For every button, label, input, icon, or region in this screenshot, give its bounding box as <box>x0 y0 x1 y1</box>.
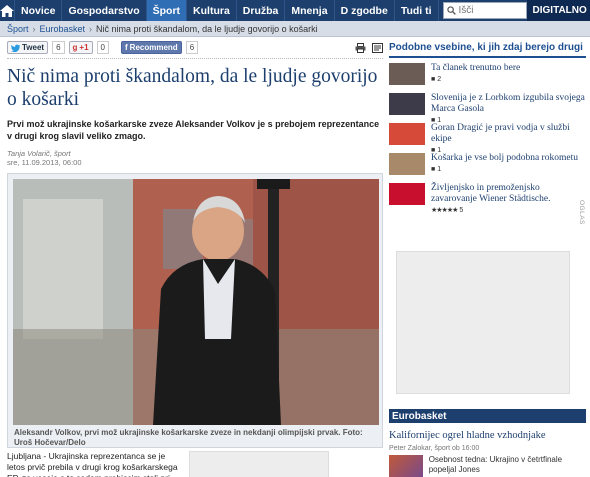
related-item[interactable]: Košarka je vse bolj podobna rokometu ■ 1 <box>389 153 586 178</box>
article-body-row: Ljubljana - Ukrajinska reprezentanca se … <box>7 451 383 477</box>
reader-count: 1 <box>437 166 442 173</box>
facebook-icon: f <box>125 43 128 52</box>
related-heading: Podobne vsebine, ki jih zdaj berejo drug… <box>389 42 586 58</box>
search-icon <box>446 6 456 15</box>
article-body: Ljubljana - Ukrajinska reprezentanca se … <box>7 451 178 477</box>
social-bar: Tweet 6 g +1 0 f Recommend 6 <box>7 37 383 59</box>
twitter-icon <box>11 44 20 52</box>
reader-icon: ■ <box>431 166 436 173</box>
reader-count: 5 <box>459 207 464 214</box>
nav-item-sport[interactable]: Šport <box>146 0 188 21</box>
related-thumbnail <box>389 153 425 175</box>
breadcrumb-separator: › <box>32 23 36 34</box>
related-item[interactable]: Slovenija je z Lorbkom izgubila svojega … <box>389 93 586 124</box>
eurobasket-heading[interactable]: Eurobasket <box>389 409 586 423</box>
sidebar-ad-placeholder[interactable] <box>396 251 570 394</box>
article-photo[interactable] <box>13 179 379 425</box>
article-title: Nič nima proti škandalom, da le ljudje g… <box>7 66 378 110</box>
sidebar: Podobne vsebine, ki jih zdaj berejo drug… <box>389 37 586 214</box>
breadcrumb: Šport › Eurobasket › Nič nima proti škan… <box>0 21 590 37</box>
eurobasket-item[interactable]: Osebnost tedna: Ukrajino v četrtfinale p… <box>389 455 586 477</box>
inline-ad-placeholder[interactable] <box>189 451 329 477</box>
article-author: Tanja Volarič, šport <box>7 149 71 158</box>
nav-item-druzba[interactable]: Družba <box>237 0 286 21</box>
related-thumbnail <box>389 63 425 85</box>
photo-caption: Aleksandr Volkov, prvi mož ukrajinske ko… <box>14 428 363 447</box>
reader-count: 2 <box>437 76 442 83</box>
wiener-logo <box>389 183 425 205</box>
share-icon[interactable] <box>372 42 383 53</box>
breadcrumb-separator: › <box>89 23 93 34</box>
related-item[interactable]: Ta članek trenutno bere ■ 2 <box>389 63 586 88</box>
related-item[interactable]: Goran Dragić je pravi vodja v službi eki… <box>389 123 586 154</box>
nav-item-tudi-ti[interactable]: Tudi ti <box>395 0 439 21</box>
search-box[interactable] <box>442 2 527 19</box>
ad-label: OGLAS <box>578 200 585 225</box>
article-column: Tweet 6 g +1 0 f Recommend 6 Nič nima pr… <box>7 37 383 448</box>
gplus-icon: g <box>72 43 78 52</box>
tweet-button[interactable]: Tweet <box>7 41 49 54</box>
related-item-ad[interactable]: Življenjsko in premoženjsko zavarovanje … <box>389 183 586 214</box>
recommend-count: 6 <box>185 41 199 54</box>
breadcrumb-eurobasket[interactable]: Eurobasket <box>40 24 86 34</box>
article-lead: Prvi mož ukrajinske košarkarske zveze Al… <box>7 119 380 141</box>
digitalno-link[interactable]: DIGITALNO <box>526 0 590 21</box>
tweet-label: Tweet <box>22 43 45 52</box>
page: Novice Gospodarstvo Šport Kultura Družba… <box>0 0 590 477</box>
eurobasket-thumbnail <box>389 455 423 477</box>
gplus-label: +1 <box>79 43 89 52</box>
nav-item-gospodarstvo[interactable]: Gospodarstvo <box>62 0 147 21</box>
related-thumbnail <box>389 123 425 145</box>
breadcrumb-sport[interactable]: Šport <box>7 24 29 34</box>
related-title[interactable]: Košarka je vse bolj podobna rokometu <box>431 153 578 163</box>
related-title[interactable]: Slovenija je z Lorbkom izgubila svojega … <box>431 93 585 114</box>
gplus-button[interactable]: g +1 <box>68 41 93 54</box>
article-photo-frame: Aleksandr Volkov, prvi mož ukrajinske ko… <box>7 173 383 448</box>
article-meta: Tanja Volarič, šport sre, 11.09.2013, 06… <box>7 149 383 167</box>
nav-item-mnenja[interactable]: Mnenja <box>285 0 335 21</box>
top-navigation: Novice Gospodarstvo Šport Kultura Družba… <box>0 0 590 21</box>
related-thumbnail <box>389 93 425 115</box>
nav-item-d-zgodbe[interactable]: D zgodbe <box>335 0 395 21</box>
star-rating-icon: ★★★★★ <box>431 207 458 214</box>
recommend-label: Recommend <box>129 43 178 52</box>
home-icon[interactable] <box>0 0 15 21</box>
related-title[interactable]: Ta članek trenutno bere <box>431 63 520 73</box>
article-tools <box>355 42 383 53</box>
related-title[interactable]: Življenjsko in premoženjsko zavarovanje … <box>431 183 550 204</box>
print-icon[interactable] <box>355 42 366 53</box>
search-input[interactable] <box>455 5 526 16</box>
related-title[interactable]: Goran Dragić je pravi vodja v službi eki… <box>431 123 570 144</box>
nav-item-kultura[interactable]: Kultura <box>187 0 237 21</box>
article-date: sre, 11.09.2013, 06:00 <box>7 158 82 167</box>
recommend-button[interactable]: f Recommend <box>121 41 182 54</box>
breadcrumb-current: Nič nima proti škandalom, da le ljudje g… <box>96 23 318 34</box>
eurobasket-meta: Peter Zalokar, šport ob 16:00 <box>389 445 480 452</box>
reader-icon: ■ <box>431 76 436 83</box>
eurobasket-title[interactable]: Kalifornijec ogrel hladne vzhodnjake <box>389 430 546 441</box>
tweet-count: 6 <box>52 41 65 54</box>
gplus-count: 0 <box>96 41 109 54</box>
eurobasket-item-text: Osebnost tedna: Ukrajino v četrtfinale p… <box>428 455 563 474</box>
nav-item-novice[interactable]: Novice <box>15 0 63 21</box>
